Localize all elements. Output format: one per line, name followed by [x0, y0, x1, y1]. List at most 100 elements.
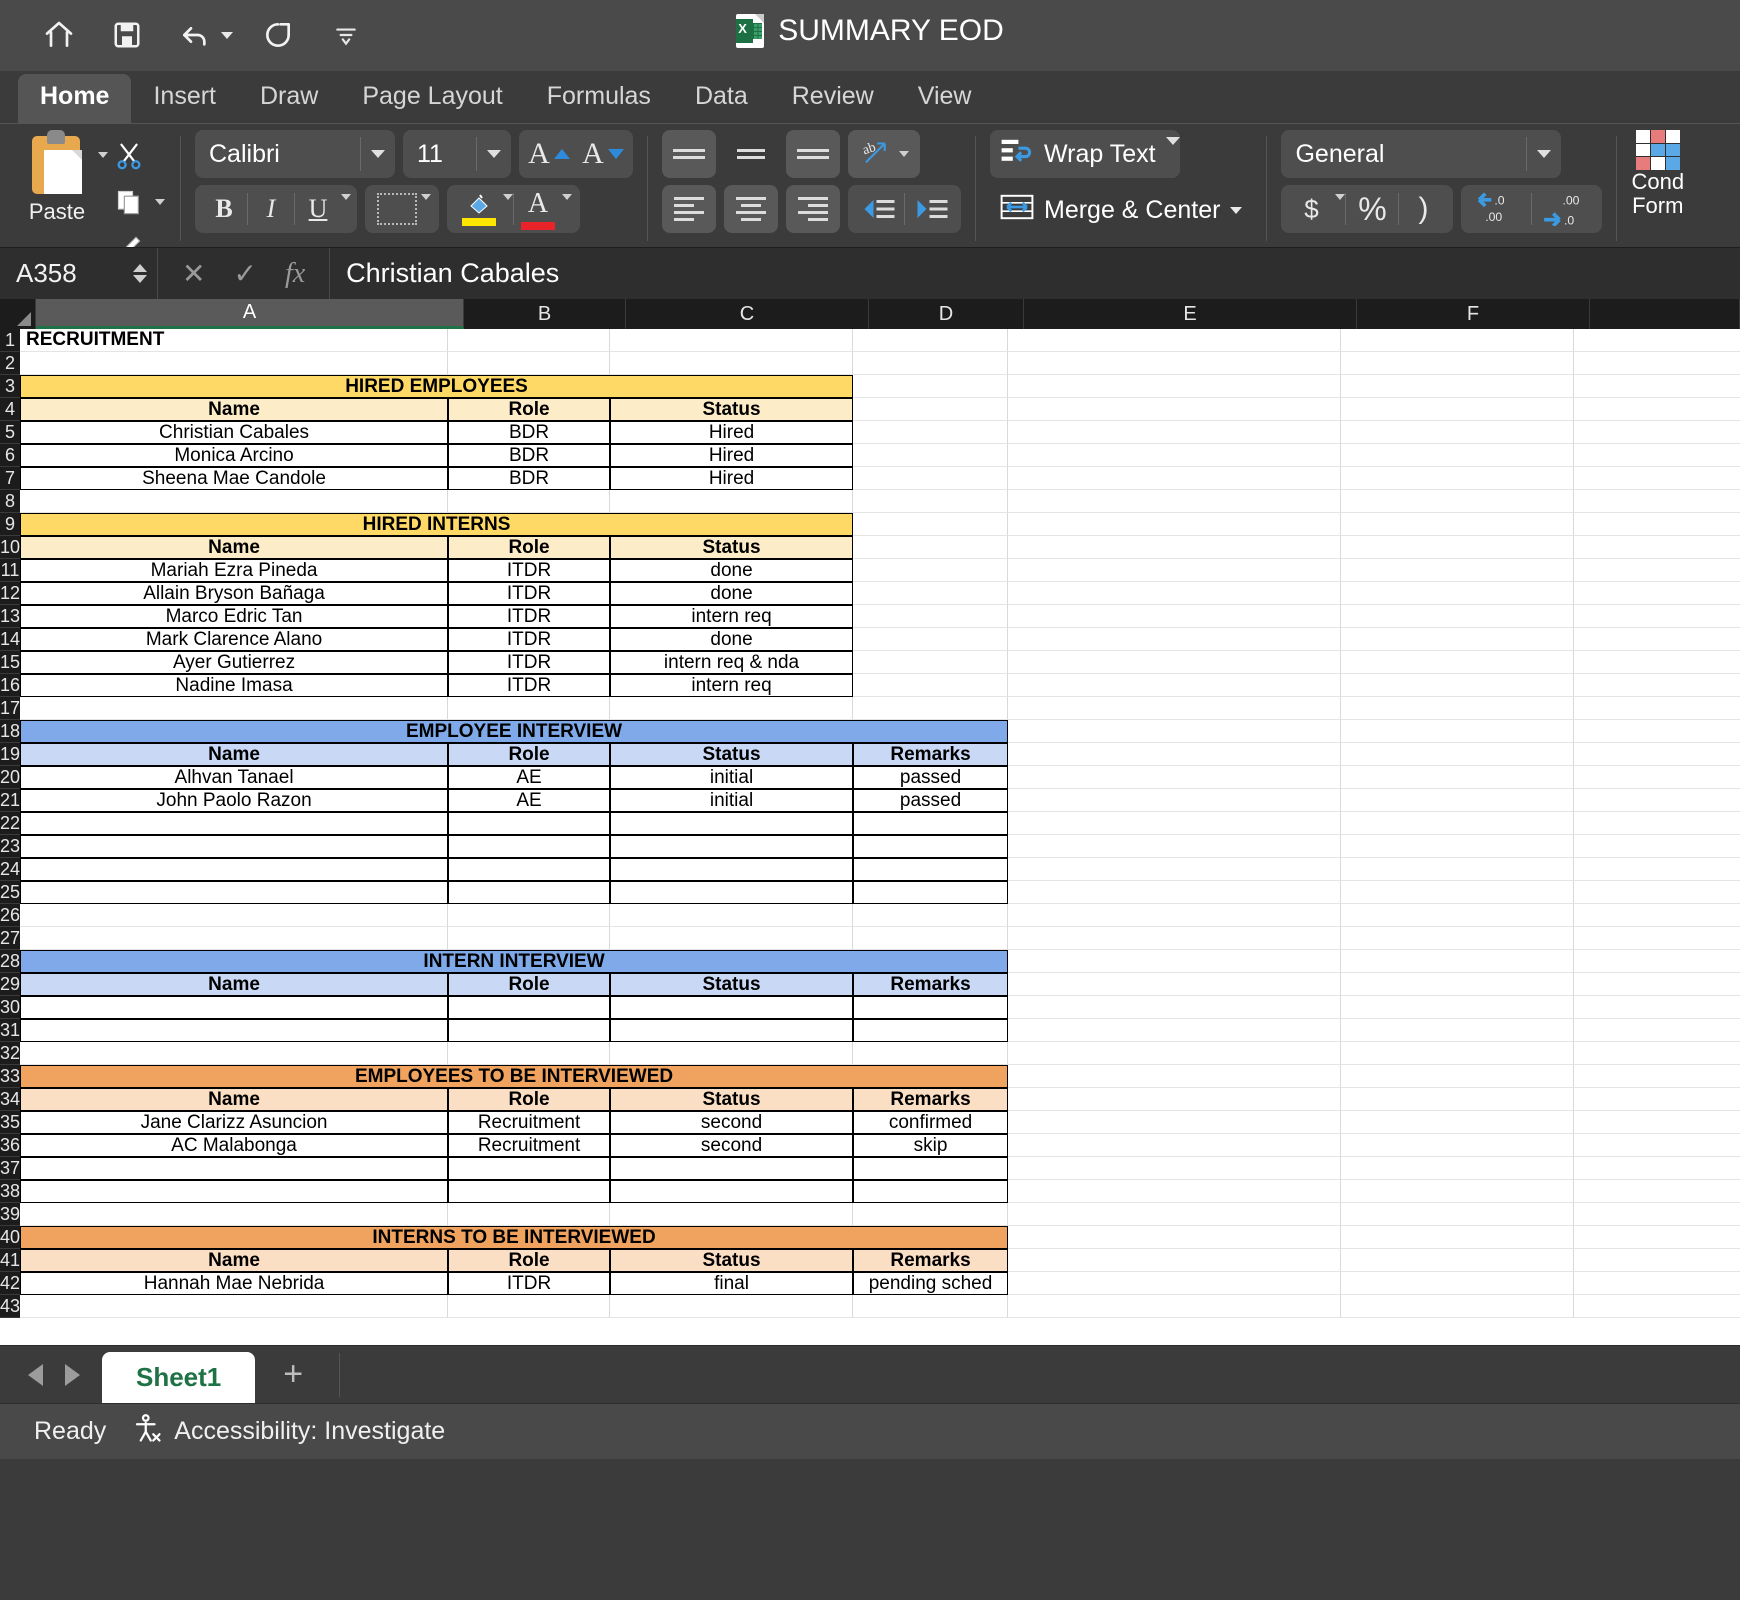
grid-cell[interactable]	[1341, 1180, 1575, 1203]
grid-cell[interactable]	[1008, 513, 1342, 536]
grid-cell[interactable]	[20, 1180, 449, 1203]
grid-cell[interactable]	[1008, 812, 1342, 835]
grid-cell[interactable]	[448, 697, 611, 720]
grid-cell[interactable]	[448, 904, 611, 927]
grid-cell[interactable]: BDR	[448, 467, 611, 490]
table-row[interactable]: Sheena Mae Candole BDR Hired	[20, 467, 1740, 490]
grid-cell[interactable]	[448, 812, 611, 835]
grid-cell[interactable]	[853, 421, 1009, 444]
grid-cell[interactable]	[1341, 1249, 1575, 1272]
row-header[interactable]: 34	[0, 1088, 21, 1111]
grid-cell[interactable]	[1574, 444, 1740, 467]
grid-cell[interactable]	[1341, 720, 1575, 743]
grid-cell[interactable]	[853, 835, 1009, 858]
tab-data[interactable]: Data	[673, 74, 770, 123]
row-header[interactable]: 19	[0, 743, 21, 766]
grid-cell[interactable]	[1341, 904, 1575, 927]
grid-cell[interactable]: BDR	[448, 421, 611, 444]
increase-indent-button[interactable]	[905, 185, 957, 233]
column-label-cell[interactable]: Status	[610, 1088, 854, 1111]
grid-cell[interactable]	[1008, 1157, 1342, 1180]
sheet-tab-sheet1[interactable]: Sheet1	[102, 1352, 256, 1403]
grid-cell[interactable]: Sheena Mae Candole	[20, 467, 449, 490]
underline-dropdown-icon[interactable]	[341, 194, 351, 218]
table-row[interactable]: AC Malabonga Recruitment second skip	[20, 1134, 1740, 1157]
format-painter-button[interactable]	[108, 226, 165, 247]
grid-cell[interactable]	[610, 996, 854, 1019]
center-button[interactable]	[724, 185, 778, 233]
table-row[interactable]	[20, 1042, 1740, 1065]
grid-cell[interactable]	[20, 927, 449, 950]
grid-cell[interactable]	[448, 490, 611, 513]
grid-cell[interactable]: pending sched	[853, 1272, 1009, 1295]
grid-cell[interactable]: Mariah Ezra Pineda	[20, 559, 449, 582]
row-header[interactable]: 26	[0, 904, 21, 927]
grid-cell[interactable]: ITDR	[448, 605, 611, 628]
grid-cell[interactable]: Allain Bryson Bañaga	[20, 582, 449, 605]
borders-dropdown-icon[interactable]	[421, 194, 431, 218]
column-label-cell[interactable]: Status	[610, 398, 854, 421]
grid-cell[interactable]	[20, 352, 449, 375]
grid-cell[interactable]	[1341, 1042, 1575, 1065]
grid-cell[interactable]	[1341, 559, 1575, 582]
grid-cell[interactable]	[1008, 927, 1342, 950]
grid-cell[interactable]: Nadine Imasa	[20, 674, 449, 697]
next-sheet-icon[interactable]	[65, 1363, 80, 1386]
grid-cell[interactable]	[1574, 490, 1740, 513]
grid-cell[interactable]	[1574, 927, 1740, 950]
grid-cell[interactable]	[1008, 467, 1342, 490]
orientation-button[interactable]: ab	[848, 130, 920, 178]
row-header[interactable]: 25	[0, 881, 21, 904]
grid-cell[interactable]: AE	[448, 789, 611, 812]
grid-cell[interactable]	[1341, 1157, 1575, 1180]
row-header[interactable]: 23	[0, 835, 21, 858]
row-header[interactable]: 31	[0, 1019, 21, 1042]
column-label-cell[interactable]: Remarks	[853, 743, 1009, 766]
grid-cell[interactable]	[1008, 559, 1342, 582]
tab-formulas[interactable]: Formulas	[525, 74, 673, 123]
grid-cell[interactable]: Jane Clarizz Asuncion	[20, 1111, 449, 1134]
fill-color-button[interactable]	[455, 185, 503, 233]
row-header[interactable]: 7	[0, 467, 21, 490]
column-label-cell[interactable]: Name	[20, 398, 449, 421]
grid-cell[interactable]	[1574, 674, 1740, 697]
section-title-band[interactable]: INTERN INTERVIEW	[20, 950, 1009, 973]
grid-cell[interactable]	[853, 904, 1009, 927]
formula-input[interactable]: Christian Cabales	[329, 247, 1740, 300]
grid-cell[interactable]	[853, 375, 1009, 398]
row-header[interactable]: 42	[0, 1272, 21, 1295]
column-label-cell[interactable]: Name	[20, 743, 449, 766]
grid-cell[interactable]	[853, 1180, 1009, 1203]
decrease-indent-button[interactable]	[852, 185, 904, 233]
grid-cell[interactable]: Hired	[610, 467, 854, 490]
grid-cell[interactable]	[20, 996, 449, 1019]
grid-cell[interactable]	[1341, 812, 1575, 835]
align-right-button[interactable]	[786, 185, 840, 233]
grid-cell[interactable]	[610, 904, 854, 927]
column-label-cell[interactable]: Name	[20, 973, 449, 996]
grid-cell[interactable]	[448, 1203, 611, 1226]
table-row[interactable]	[20, 881, 1740, 904]
number-format-combo[interactable]: General	[1281, 130, 1562, 178]
grid-cell[interactable]	[610, 1295, 854, 1318]
grid-cell[interactable]: second	[610, 1111, 854, 1134]
insert-function-button[interactable]: fx	[285, 258, 305, 290]
grid-cell[interactable]	[1341, 329, 1575, 352]
column-label-cell[interactable]: Name	[20, 1088, 449, 1111]
row-header[interactable]: 41	[0, 1249, 21, 1272]
grid-cell[interactable]	[853, 881, 1009, 904]
grid-cell[interactable]	[1341, 536, 1575, 559]
table-row[interactable]	[20, 1180, 1740, 1203]
grid-cell[interactable]	[448, 329, 611, 352]
grid-cell[interactable]	[1341, 835, 1575, 858]
column-header-e[interactable]: E	[1024, 299, 1357, 329]
grid-cell[interactable]	[448, 835, 611, 858]
currency-button[interactable]: $	[1287, 185, 1335, 233]
row-header[interactable]: 5	[0, 421, 21, 444]
grid-cell[interactable]	[1574, 605, 1740, 628]
table-row[interactable]: Name Role Status Remarks	[20, 973, 1740, 996]
grid-cell[interactable]	[1008, 1295, 1342, 1318]
grid-cell[interactable]	[1341, 697, 1575, 720]
grid-cell[interactable]: intern req	[610, 674, 854, 697]
column-label-cell[interactable]: Status	[610, 1249, 854, 1272]
